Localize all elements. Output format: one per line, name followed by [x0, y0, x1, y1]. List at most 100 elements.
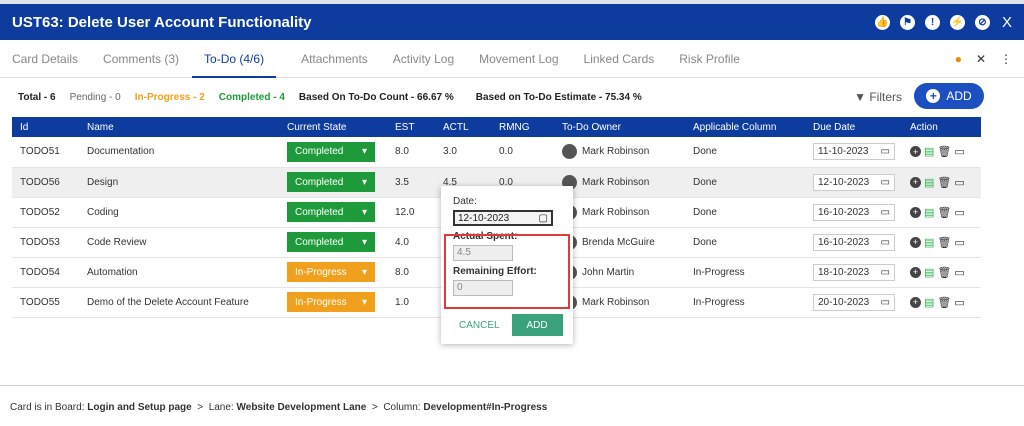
todo-id: TODO55 [12, 287, 79, 318]
due-date-input[interactable]: 18-10-2023 ▭ [813, 263, 895, 281]
avatar [562, 144, 577, 160]
add-icon[interactable]: + [910, 206, 921, 218]
caret-down-icon: ▾ [361, 146, 367, 158]
calendar-icon[interactable]: ▭ [881, 267, 890, 278]
col-state: Current State [279, 117, 387, 137]
stat-in-progress: In-Progress - 2 [134, 91, 205, 103]
col-rmng: RMNG [491, 117, 554, 137]
applicable-column: Done [685, 227, 805, 258]
separator: > [197, 402, 204, 413]
calendar-icon[interactable]: ▭ [954, 176, 964, 189]
rmng: 0.0 [491, 137, 554, 168]
due-date-input[interactable]: 20-10-2023 ▭ [813, 293, 895, 311]
action-cell: + ▤ 🗑 ▭ [902, 137, 981, 168]
bulb-icon[interactable]: ● [955, 52, 962, 66]
calendar-icon[interactable]: ▭ [954, 206, 964, 219]
state-value: In-Progress [295, 296, 347, 308]
add-note-icon[interactable]: ▤ [924, 145, 934, 158]
state-cell: Completed ▾ [279, 137, 387, 168]
more-icon[interactable]: ⋮ [1000, 52, 1012, 66]
block-icon[interactable]: ⊘ [974, 14, 990, 30]
add-todo-button[interactable]: + ADD [914, 83, 984, 109]
add-note-icon[interactable]: ▤ [924, 266, 934, 279]
cancel-button[interactable]: CANCEL [459, 320, 500, 331]
calendar-icon[interactable]: ▭ [881, 177, 890, 188]
tab-movement-log[interactable]: Movement Log [479, 40, 558, 78]
tab-comments[interactable]: Comments (3) [103, 40, 179, 78]
filters-label: Filters [869, 90, 902, 104]
due-date-input[interactable]: 16-10-2023 ▭ [813, 233, 895, 251]
state-cell: Completed ▾ [279, 167, 387, 198]
popup-add-button[interactable]: ADD [511, 314, 563, 336]
column-label: Column: [383, 402, 421, 413]
calendar-icon[interactable]: ▭ [881, 237, 890, 248]
state-cell: In-Progress ▾ [279, 287, 387, 318]
date-label: Date: [453, 196, 477, 207]
calendar-icon[interactable]: ▢ [539, 213, 548, 224]
calendar-icon[interactable]: ▭ [954, 266, 964, 279]
due-date-input[interactable]: 16-10-2023 ▭ [813, 203, 895, 221]
todo-id: TODO51 [12, 137, 79, 168]
delete-icon[interactable]: 🗑 [937, 236, 951, 249]
lightning-icon[interactable]: ⚡ [949, 14, 965, 30]
calendar-icon[interactable]: ▭ [954, 145, 964, 158]
close-button[interactable]: X [1002, 14, 1012, 31]
add-note-icon[interactable]: ▤ [924, 176, 934, 189]
collapse-icon[interactable]: ✕ [976, 52, 986, 66]
calendar-icon[interactable]: ▭ [954, 296, 964, 309]
state-dropdown[interactable]: Completed ▾ [287, 232, 375, 252]
owner-name: Mark Robinson [582, 146, 650, 158]
due-date-value: 20-10-2023 [818, 296, 870, 308]
add-note-icon[interactable]: ▤ [924, 206, 934, 219]
add-icon[interactable]: + [910, 146, 921, 158]
state-dropdown[interactable]: In-Progress ▾ [287, 262, 375, 282]
owner-cell: Mark Robinson [554, 167, 685, 198]
tab-attachments[interactable]: Attachments [301, 40, 368, 78]
delete-icon[interactable]: 🗑 [937, 176, 951, 189]
add-icon[interactable]: + [910, 266, 921, 278]
state-dropdown[interactable]: In-Progress ▾ [287, 292, 375, 312]
state-dropdown[interactable]: Completed ▾ [287, 202, 375, 222]
add-icon[interactable]: + [910, 296, 921, 308]
applicable-column: In-Progress [685, 287, 805, 318]
add-note-icon[interactable]: ▤ [924, 236, 934, 249]
delete-icon[interactable]: 🗑 [937, 206, 951, 219]
due-date-input[interactable]: 11-10-2023 ▭ [813, 143, 895, 161]
tab-risk-profile[interactable]: Risk Profile [679, 40, 740, 78]
est: 12.0 [387, 197, 435, 228]
tab-todo[interactable]: To-Do (4/6) [192, 40, 277, 78]
calendar-icon[interactable]: ▭ [881, 146, 890, 157]
owner-name: John Martin [582, 266, 635, 278]
add-note-icon[interactable]: ▤ [924, 296, 934, 309]
actl: 3.0 [435, 137, 491, 168]
calendar-icon[interactable]: ▭ [954, 236, 964, 249]
delete-icon[interactable]: 🗑 [937, 296, 951, 309]
owner-name: Brenda McGuire [582, 236, 655, 248]
calendar-icon[interactable]: ▭ [881, 297, 890, 308]
thumbs-up-icon[interactable]: 👍 [874, 14, 890, 30]
stat-count: Based On To-Do Count - 66.67 % [298, 91, 454, 103]
alert-icon[interactable]: ! [924, 14, 940, 30]
todo-id: TODO52 [12, 197, 79, 228]
state-dropdown[interactable]: Completed ▾ [287, 172, 375, 192]
action-cell: + ▤ 🗑 ▭ [902, 257, 981, 288]
delete-icon[interactable]: 🗑 [937, 266, 951, 279]
date-input[interactable]: 12-10-2023 ▢ [453, 210, 553, 226]
action-cell: + ▤ 🗑 ▭ [902, 227, 981, 258]
owner-name: Mark Robinson [582, 176, 650, 188]
state-dropdown[interactable]: Completed ▾ [287, 141, 375, 162]
filters-button[interactable]: ▼ Filters [854, 90, 902, 104]
filter-icon: ▼ [854, 90, 866, 104]
add-icon[interactable]: + [910, 176, 921, 188]
due-date-input[interactable]: 12-10-2023 ▭ [813, 173, 895, 191]
due-date-value: 12-10-2023 [818, 176, 870, 188]
tab-activity-log[interactable]: Activity Log [393, 40, 454, 78]
est: 1.0 [387, 287, 435, 318]
delete-icon[interactable]: 🗑 [937, 145, 951, 158]
add-icon[interactable]: + [910, 236, 921, 248]
tab-card-details[interactable]: Card Details [12, 40, 78, 78]
tab-linked-cards[interactable]: Linked Cards [584, 40, 655, 78]
owner-name: Mark Robinson [582, 206, 650, 218]
flag-icon[interactable]: ⚑ [899, 14, 915, 30]
calendar-icon[interactable]: ▭ [881, 207, 890, 218]
